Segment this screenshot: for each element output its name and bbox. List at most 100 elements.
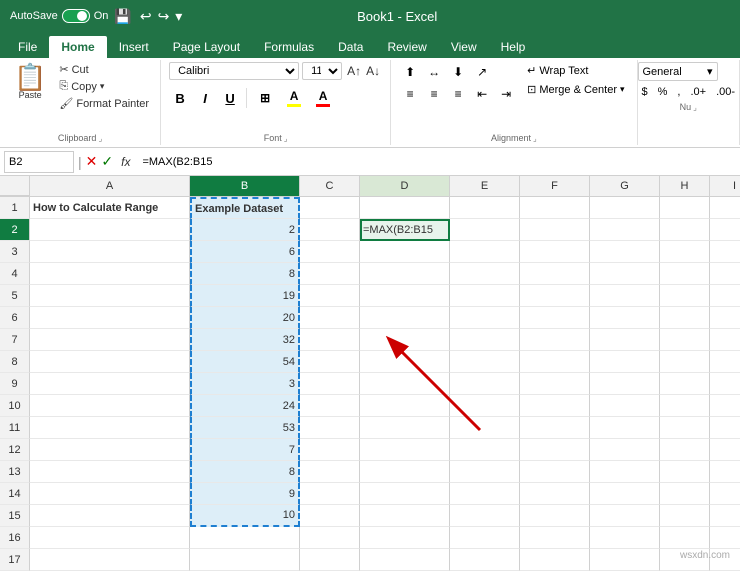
cell-i1[interactable]: [710, 197, 740, 219]
cell-a15[interactable]: [30, 505, 190, 527]
cell-e9[interactable]: [450, 373, 520, 395]
cell-a7[interactable]: [30, 329, 190, 351]
underline-button[interactable]: U: [219, 87, 241, 109]
cell-a9[interactable]: [30, 373, 190, 395]
cell-g8[interactable]: [590, 351, 660, 373]
inc-decimal-btn[interactable]: .0+: [686, 84, 710, 100]
cell-b16[interactable]: [190, 527, 300, 549]
tab-formulas[interactable]: Formulas: [252, 36, 326, 58]
cell-g3[interactable]: [590, 241, 660, 263]
cell-f15[interactable]: [520, 505, 590, 527]
cell-f7[interactable]: [520, 329, 590, 351]
cell-a12[interactable]: [30, 439, 190, 461]
cell-d7[interactable]: [360, 329, 450, 351]
cell-d16[interactable]: [360, 527, 450, 549]
cell-d5[interactable]: [360, 285, 450, 307]
cancel-formula-button[interactable]: ✕: [86, 153, 98, 170]
cell-i6[interactable]: [710, 307, 740, 329]
format-painter-button[interactable]: 🖌 Format Painter: [56, 96, 152, 111]
cell-b9[interactable]: 3: [190, 373, 300, 395]
cell-h5[interactable]: [660, 285, 710, 307]
cell-b14[interactable]: 9: [190, 483, 300, 505]
confirm-formula-button[interactable]: ✓: [101, 153, 113, 170]
row-header-11[interactable]: 11: [0, 417, 30, 439]
cell-c15[interactable]: [300, 505, 360, 527]
cell-i13[interactable]: [710, 461, 740, 483]
save-icon[interactable]: 💾: [114, 8, 131, 25]
cell-b4[interactable]: 8: [190, 263, 300, 285]
cell-f2[interactable]: [520, 219, 590, 241]
cell-b13[interactable]: 8: [190, 461, 300, 483]
cell-h1[interactable]: [660, 197, 710, 219]
align-center-button[interactable]: ≡: [423, 84, 445, 104]
cell-h2[interactable]: [660, 219, 710, 241]
tab-page-layout[interactable]: Page Layout: [161, 36, 252, 58]
cell-h10[interactable]: [660, 395, 710, 417]
cell-f4[interactable]: [520, 263, 590, 285]
align-bottom-button[interactable]: ⬇: [447, 62, 469, 82]
cell-i5[interactable]: [710, 285, 740, 307]
cell-f11[interactable]: [520, 417, 590, 439]
cell-i7[interactable]: [710, 329, 740, 351]
row-header-13[interactable]: 13: [0, 461, 30, 483]
cell-e11[interactable]: [450, 417, 520, 439]
cell-c8[interactable]: [300, 351, 360, 373]
cell-f16[interactable]: [520, 527, 590, 549]
cell-c16[interactable]: [300, 527, 360, 549]
cell-b17[interactable]: [190, 549, 300, 571]
wrap-text-button[interactable]: ↵ Wrap Text: [523, 62, 628, 79]
cell-d14[interactable]: [360, 483, 450, 505]
cell-d15[interactable]: [360, 505, 450, 527]
cell-c12[interactable]: [300, 439, 360, 461]
cell-a16[interactable]: [30, 527, 190, 549]
row-header-6[interactable]: 6: [0, 307, 30, 329]
autosave-toggle[interactable]: AutoSave On: [10, 9, 108, 23]
cell-h6[interactable]: [660, 307, 710, 329]
cell-b8[interactable]: 54: [190, 351, 300, 373]
cell-g17[interactable]: [590, 549, 660, 571]
font-name-select[interactable]: Calibri: [169, 62, 299, 80]
font-color-button[interactable]: A: [310, 87, 336, 109]
align-middle-button[interactable]: ↔: [423, 62, 445, 82]
alignment-expand-icon[interactable]: ⌟: [533, 134, 537, 143]
col-header-b[interactable]: B: [190, 176, 300, 196]
cell-i12[interactable]: [710, 439, 740, 461]
cell-d10[interactable]: [360, 395, 450, 417]
col-header-h[interactable]: H: [660, 176, 710, 196]
cell-e10[interactable]: [450, 395, 520, 417]
cell-h11[interactable]: [660, 417, 710, 439]
align-left-button[interactable]: ≡: [399, 84, 421, 104]
cell-g5[interactable]: [590, 285, 660, 307]
cell-e2[interactable]: [450, 219, 520, 241]
cell-d12[interactable]: [360, 439, 450, 461]
cell-f9[interactable]: [520, 373, 590, 395]
col-header-c[interactable]: C: [300, 176, 360, 196]
bold-button[interactable]: B: [169, 87, 191, 109]
redo-button[interactable]: ↪: [156, 8, 172, 25]
cell-c4[interactable]: [300, 263, 360, 285]
col-header-a[interactable]: A: [30, 176, 190, 196]
cell-i14[interactable]: [710, 483, 740, 505]
cell-c7[interactable]: [300, 329, 360, 351]
cell-g10[interactable]: [590, 395, 660, 417]
col-header-g[interactable]: G: [590, 176, 660, 196]
name-box[interactable]: B2: [4, 151, 74, 173]
italic-button[interactable]: I: [194, 87, 216, 109]
cell-g1[interactable]: [590, 197, 660, 219]
cell-g14[interactable]: [590, 483, 660, 505]
number-format-dropdown[interactable]: ▾: [707, 65, 713, 78]
cell-e17[interactable]: [450, 549, 520, 571]
cell-a5[interactable]: [30, 285, 190, 307]
cell-h16[interactable]: [660, 527, 710, 549]
tab-view[interactable]: View: [439, 36, 489, 58]
cell-h14[interactable]: [660, 483, 710, 505]
cell-e3[interactable]: [450, 241, 520, 263]
cell-h7[interactable]: [660, 329, 710, 351]
cell-g15[interactable]: [590, 505, 660, 527]
cell-f3[interactable]: [520, 241, 590, 263]
cell-b10[interactable]: 24: [190, 395, 300, 417]
cell-i16[interactable]: [710, 527, 740, 549]
cell-g6[interactable]: [590, 307, 660, 329]
cut-button[interactable]: ✂ Cut: [56, 62, 152, 77]
row-header-3[interactable]: 3: [0, 241, 30, 263]
